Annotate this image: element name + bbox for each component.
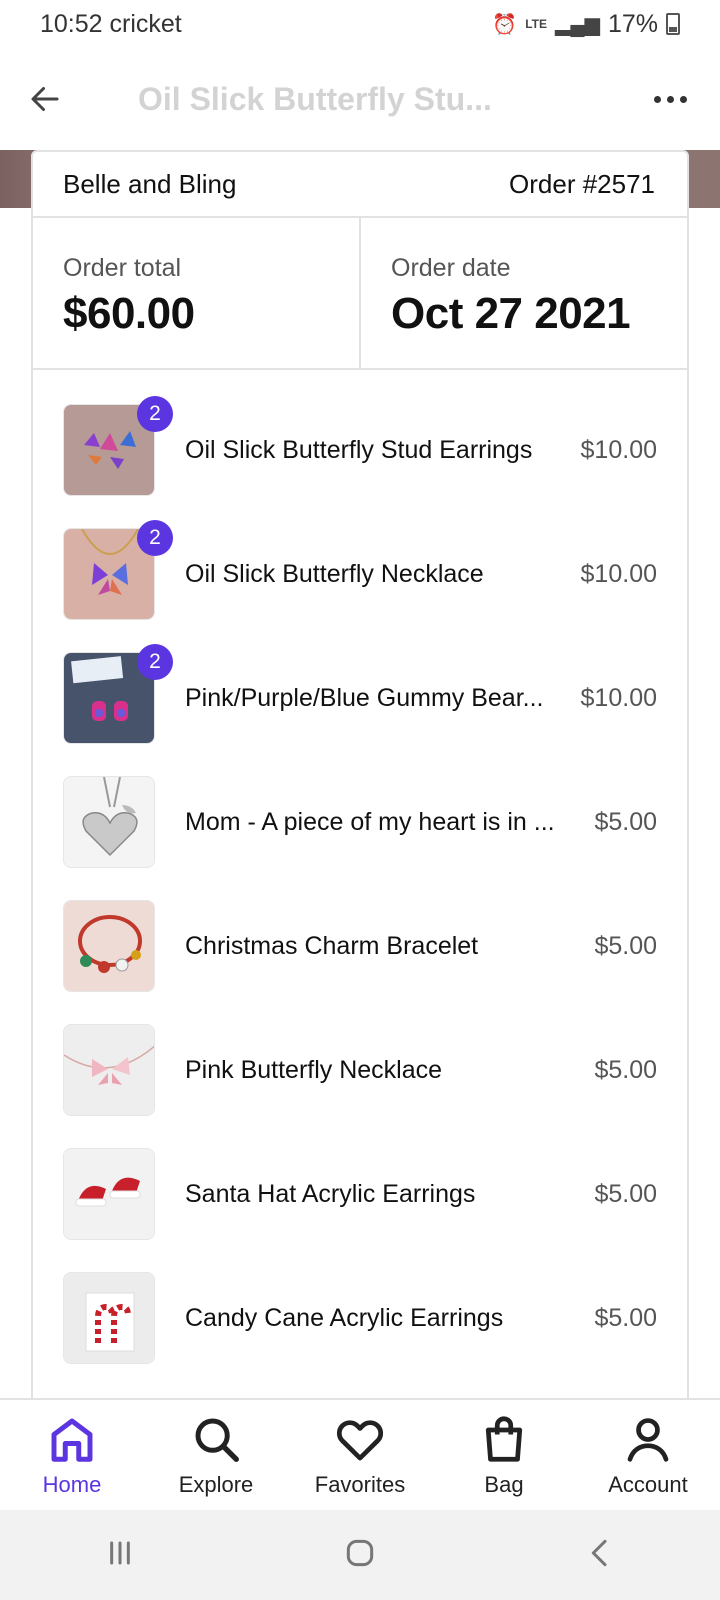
recent-apps-icon <box>110 1541 130 1564</box>
quantity-badge: 2 <box>137 396 173 432</box>
chevron-left-icon <box>591 1539 607 1566</box>
order-items-list: 2 Oil Slick Butterfly Stud Earrings $10.… <box>33 370 687 1380</box>
order-total-value: $60.00 <box>63 289 195 338</box>
home-circle-icon <box>346 1539 374 1566</box>
list-item[interactable]: Santa Hat Acrylic Earrings $5.00 <box>33 1132 687 1256</box>
signal-icon: ▂▄▆ <box>555 13 600 36</box>
item-name: Pink/Purple/Blue Gummy Bear... <box>185 683 544 712</box>
battery-icon <box>666 13 680 35</box>
order-total-cell: Order total $60.00 <box>33 218 359 368</box>
nav-home[interactable]: Home <box>0 1400 144 1510</box>
item-price: $10.00 <box>580 435 657 464</box>
arrow-left-icon <box>31 87 59 111</box>
system-navigation-bar <box>0 1510 720 1600</box>
nav-account-label: Account <box>608 1472 688 1497</box>
more-icon-dot <box>666 95 674 103</box>
order-card-header: Belle and Bling Order #2571 <box>33 152 687 218</box>
shopping-bag-icon <box>485 1416 523 1462</box>
item-price: $5.00 <box>594 931 657 960</box>
item-name: Santa Hat Acrylic Earrings <box>185 1179 476 1208</box>
heart-icon <box>336 1420 384 1461</box>
order-summary: Order total $60.00 Order date Oct 27 202… <box>33 218 687 370</box>
recent-apps-button[interactable] <box>100 1533 140 1578</box>
list-item[interactable]: 2 Pink/Purple/Blue Gummy Bear... $10.00 <box>33 636 687 760</box>
item-price: $10.00 <box>580 683 657 712</box>
quantity-badge: 2 <box>137 520 173 556</box>
back-button[interactable] <box>0 48 90 150</box>
page-title: Oil Slick Butterfly Stu... <box>138 80 492 117</box>
item-price: $5.00 <box>594 1303 657 1332</box>
nav-home-label: Home <box>42 1472 102 1497</box>
home-system-button[interactable] <box>340 1533 380 1578</box>
app-bar: Oil Slick Butterfly Stu... <box>0 48 720 150</box>
nav-explore-label: Explore <box>178 1472 254 1497</box>
list-item[interactable]: Mom - A piece of my heart is in ... $5.0… <box>33 760 687 884</box>
order-date-cell: Order date Oct 27 2021 <box>359 218 687 368</box>
battery-percent: 17% <box>607 9 658 38</box>
more-icon-dot <box>653 95 661 103</box>
item-name: Mom - A piece of my heart is in ... <box>185 807 555 836</box>
more-options-button[interactable] <box>620 48 720 150</box>
nav-favorites-label: Favorites <box>314 1472 406 1497</box>
lte-icon: LTE <box>525 17 548 31</box>
quantity-badge: 2 <box>137 644 173 680</box>
alarm-icon: ⏰ <box>492 13 518 36</box>
item-price: $10.00 <box>580 559 657 588</box>
home-icon <box>51 1418 93 1462</box>
person-icon <box>627 1418 669 1462</box>
order-number: Order #2571 <box>509 168 655 199</box>
order-date-label: Order date <box>391 254 511 282</box>
item-price: $5.00 <box>594 1055 657 1084</box>
list-item[interactable]: Christmas Charm Bracelet $5.00 <box>33 884 687 1008</box>
order-date-value: Oct 27 2021 <box>391 289 631 338</box>
nav-favorites[interactable]: Favorites <box>288 1400 432 1510</box>
list-item[interactable]: 2 Oil Slick Butterfly Stud Earrings $10.… <box>33 388 687 512</box>
item-name: Pink Butterfly Necklace <box>185 1055 443 1084</box>
search-icon <box>195 1418 239 1462</box>
nav-bag[interactable]: Bag <box>432 1400 576 1510</box>
more-icon-dot <box>679 95 687 103</box>
system-back-button[interactable] <box>580 1533 620 1578</box>
order-card: Belle and Bling Order #2571 Order total … <box>31 150 689 1400</box>
status-bar: 10:52 cricket ⏰ LTE ▂▄▆ 17% <box>0 0 720 48</box>
list-item[interactable]: 2 Oil Slick Butterfly Necklace $10.00 <box>33 512 687 636</box>
candy-cane-thumbnail <box>63 1272 155 1364</box>
nav-bag-label: Bag <box>484 1472 524 1497</box>
item-price: $5.00 <box>594 807 657 836</box>
list-item[interactable]: Candy Cane Acrylic Earrings $5.00 <box>33 1256 687 1380</box>
santa-hat-thumbnail <box>63 1148 155 1240</box>
charm-bracelet-thumbnail <box>63 900 155 992</box>
nav-account[interactable]: Account <box>576 1400 720 1510</box>
nav-explore[interactable]: Explore <box>144 1400 288 1510</box>
status-icons: ⏰ LTE ▂▄▆ 17% <box>492 10 680 39</box>
item-price: $5.00 <box>594 1179 657 1208</box>
bottom-navigation: Home Explore Favorites Bag Account <box>0 1398 720 1510</box>
pink-butterfly-thumbnail <box>63 1024 155 1116</box>
order-total-label: Order total <box>63 254 182 282</box>
heart-necklace-thumbnail <box>63 776 155 868</box>
shop-name[interactable]: Belle and Bling <box>63 169 236 200</box>
item-name: Oil Slick Butterfly Necklace <box>185 559 484 588</box>
item-name: Candy Cane Acrylic Earrings <box>185 1303 504 1332</box>
list-item[interactable]: Pink Butterfly Necklace $5.00 <box>33 1008 687 1132</box>
status-time-carrier: 10:52 cricket <box>40 9 182 38</box>
item-name: Christmas Charm Bracelet <box>185 931 479 960</box>
item-name: Oil Slick Butterfly Stud Earrings <box>185 435 533 464</box>
